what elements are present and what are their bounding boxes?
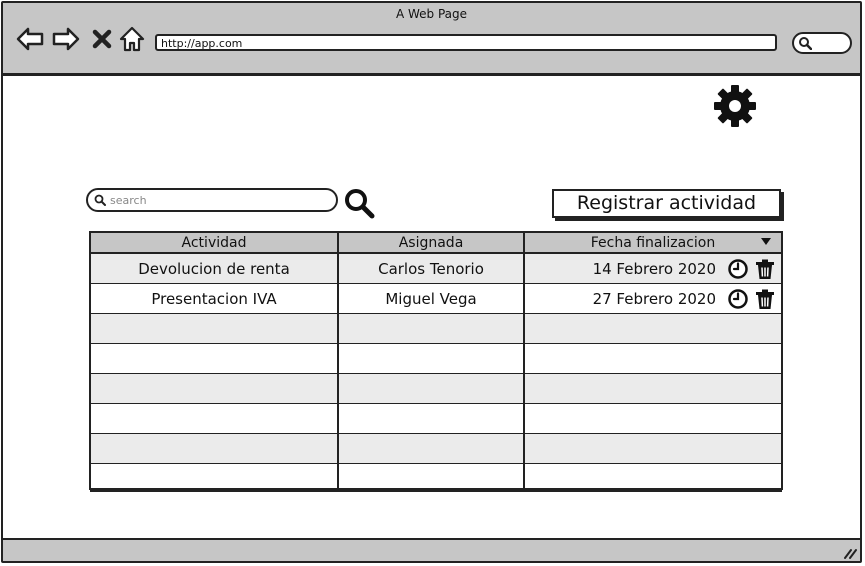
clock-icon[interactable] [727,258,749,280]
column-header-asignada[interactable]: Asignada [339,233,525,252]
activity-table: Actividad Asignada Fecha finalizacion De… [89,231,783,490]
browser-window: A Web Page http://app.com search Registr… [1,1,862,563]
cell-empty [525,404,781,433]
search-icon [94,194,106,206]
search-field[interactable] [86,188,338,212]
cell-fecha: 14 Febrero 2020 [525,254,781,283]
gear-icon[interactable] [713,84,757,128]
window-title: A Web Page [395,7,468,21]
cell-empty [91,344,339,373]
table-row-empty[interactable] [91,434,781,464]
browser-titlebar: A Web Page http://app.com [3,3,860,76]
cell-empty [91,374,339,403]
search-icon [345,189,375,219]
cell-actividad: Presentacion IVA [91,284,339,313]
cell-empty [339,434,525,463]
trash-icon[interactable] [754,258,776,280]
cell-fecha-text: 27 Febrero 2020 [592,289,716,308]
cell-asignada: Carlos Tenorio [339,254,525,283]
resize-handle-icon[interactable] [843,545,857,559]
table-header: Actividad Asignada Fecha finalizacion [91,233,781,254]
table-row[interactable]: Devolucion de renta Carlos Tenorio 14 Fe… [91,254,781,284]
register-activity-button[interactable]: Registrar actividad [552,189,781,218]
cell-asignada: Miguel Vega [339,284,525,313]
column-header-actividad[interactable]: Actividad [91,233,339,252]
cell-empty [525,314,781,343]
search-input[interactable] [110,192,330,208]
trash-icon[interactable] [754,288,776,310]
cell-empty [339,464,525,488]
cell-empty [91,434,339,463]
search-icon [799,37,812,50]
cell-empty [91,404,339,433]
address-bar[interactable]: http://app.com [155,34,777,51]
cell-empty [525,434,781,463]
table-row[interactable]: Presentacion IVA Miguel Vega 27 Febrero … [91,284,781,314]
cell-empty [91,464,339,488]
clock-icon[interactable] [727,288,749,310]
column-header-fecha[interactable]: Fecha finalizacion [525,233,781,252]
cell-fecha: 27 Febrero 2020 [525,284,781,313]
forward-icon[interactable] [51,25,81,53]
cell-actividad: Devolucion de renta [91,254,339,283]
cell-empty [525,374,781,403]
browser-search-field[interactable] [792,32,852,54]
status-bar [3,538,860,561]
table-row-empty[interactable] [91,464,781,488]
home-icon[interactable] [118,25,146,53]
cell-empty [339,344,525,373]
cell-empty [339,374,525,403]
column-header-fecha-label: Fecha finalizacion [590,234,716,251]
cell-empty [91,314,339,343]
cell-empty [339,314,525,343]
table-row-empty[interactable] [91,374,781,404]
close-icon[interactable] [90,25,114,53]
cell-fecha-text: 14 Febrero 2020 [592,259,716,278]
cell-empty [525,464,781,488]
cell-empty [525,344,781,373]
cell-empty [339,404,525,433]
search-button[interactable] [343,187,375,219]
table-row-empty[interactable] [91,404,781,434]
sort-down-icon[interactable] [761,238,771,246]
table-row-empty[interactable] [91,314,781,344]
table-row-empty[interactable] [91,344,781,374]
back-icon[interactable] [15,25,45,53]
